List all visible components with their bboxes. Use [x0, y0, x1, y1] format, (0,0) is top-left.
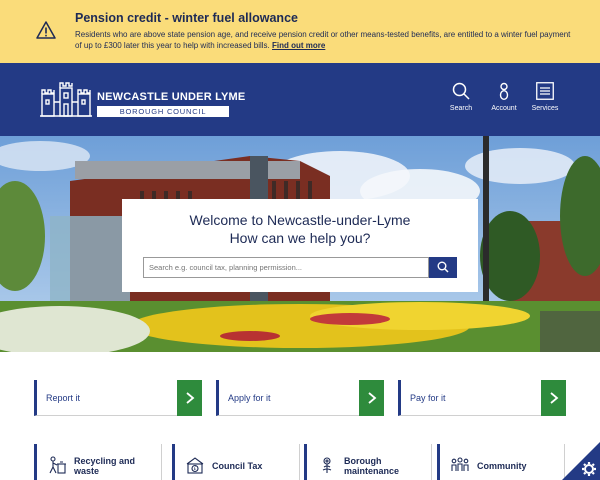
welcome-title: Welcome to Newcastle-under-Lyme [189, 212, 411, 228]
tile-borough-maintenance-label: Borough maintenance [344, 456, 400, 476]
logo-name: NEWCASTLE UNDER LYME [97, 91, 246, 103]
report-it-link[interactable]: Report it [34, 380, 202, 416]
council-logo[interactable]: NEWCASTLE UNDER LYME BOROUGH COUNCIL [40, 80, 245, 120]
pay-for-it-link[interactable]: Pay for it [398, 380, 566, 416]
hero-banner: Welcome to Newcastle-under-Lyme How can … [0, 136, 600, 352]
maintenance-icon [322, 457, 332, 473]
tile-borough-maintenance[interactable]: Borough maintenance [304, 444, 432, 480]
cookie-settings-button[interactable] [562, 442, 600, 480]
pay-for-it-arrow[interactable] [541, 380, 566, 416]
tile-community-label: Community [477, 461, 527, 471]
tile-recycling-label: Recycling and waste [74, 456, 136, 476]
site-header: NEWCASTLE UNDER LYME BOROUGH COUNCIL Sea… [0, 63, 600, 136]
chevron-right-icon [550, 392, 559, 404]
warning-icon [36, 21, 56, 39]
council-tax-icon: £ [186, 457, 204, 474]
community-icon [451, 457, 469, 471]
logo-subtitle: BOROUGH COUNCIL [97, 106, 229, 117]
recycling-icon [49, 456, 66, 474]
search-icon [452, 82, 470, 100]
apply-for-it-arrow[interactable] [359, 380, 384, 416]
chevron-right-icon [186, 392, 195, 404]
alert-text: Residents who are above state pension ag… [75, 30, 571, 50]
nav-account-button[interactable]: Account [484, 82, 524, 122]
nav-services-button[interactable]: Services [525, 82, 565, 122]
welcome-panel: Welcome to Newcastle-under-Lyme How can … [122, 199, 478, 292]
hero-search-input[interactable] [143, 257, 429, 278]
hero-search-button[interactable] [429, 257, 457, 278]
tile-council-tax[interactable]: £ Council Tax [172, 444, 300, 480]
castle-logo-icon [40, 82, 92, 117]
nav-search-button[interactable]: Search [441, 82, 481, 122]
tile-community[interactable]: Community [437, 444, 565, 480]
find-out-more-link[interactable]: Find out more [272, 41, 325, 50]
apply-for-it-link[interactable]: Apply for it [216, 380, 384, 416]
report-it-arrow[interactable] [177, 380, 202, 416]
menu-icon [536, 82, 554, 100]
tile-recycling-and-waste[interactable]: Recycling and waste [34, 444, 162, 480]
nav-search-label: Search [449, 105, 473, 112]
hero-search [143, 257, 457, 278]
nav-services-label: Services [531, 105, 559, 112]
search-icon [437, 261, 449, 273]
apply-for-it-label: Apply for it [228, 393, 271, 403]
chevron-right-icon [368, 392, 377, 404]
pay-for-it-label: Pay for it [410, 393, 446, 403]
alert-title: Pension credit - winter fuel allowance [75, 11, 298, 25]
welcome-subtitle: How can we help you? [229, 230, 371, 246]
report-it-label: Report it [46, 393, 81, 403]
alert-banner: Pension credit - winter fuel allowance R… [0, 0, 600, 63]
account-icon [499, 82, 509, 100]
nav-account-label: Account [491, 105, 517, 112]
svg-text:£: £ [194, 466, 197, 472]
tile-council-tax-label: Council Tax [212, 461, 263, 471]
